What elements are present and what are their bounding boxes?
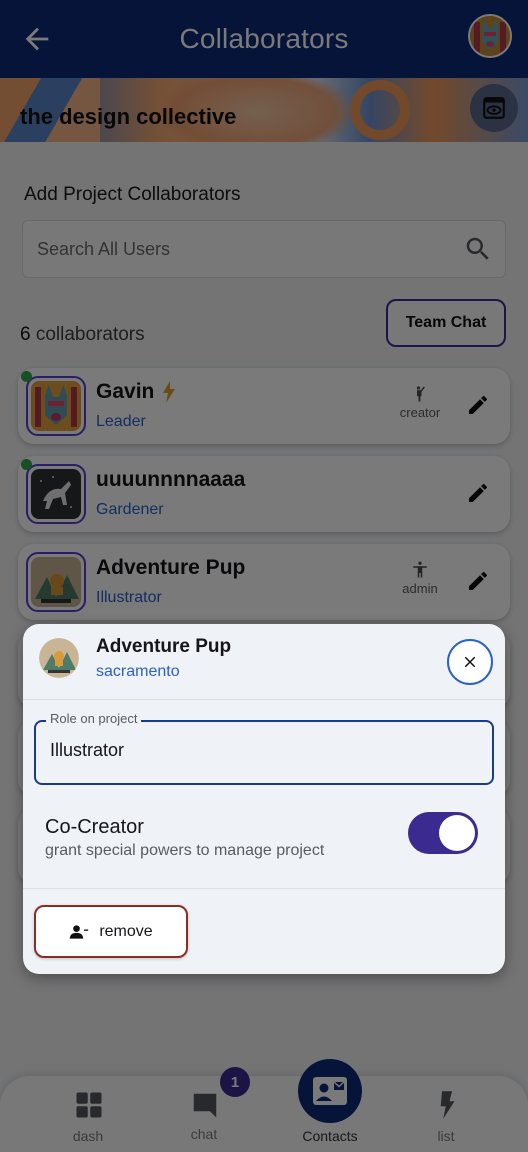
toggle-knob [439,815,475,851]
person-remove-icon [70,924,89,939]
role-field[interactable]: Role on project [34,711,494,785]
close-icon [464,656,476,668]
cocreator-title: Co-Creator [45,816,144,838]
remove-label: remove [99,922,153,940]
dialog-user-name: Adventure Pup [96,636,232,657]
divider [23,888,505,889]
close-button[interactable] [447,639,493,685]
cocreator-description: grant special powers to manage project [45,842,325,859]
edit-collaborator-dialog: Adventure Pup sacramento Role on project… [23,624,505,974]
role-field-label: Role on project [46,711,142,726]
avatar [39,638,79,678]
dialog-header: Adventure Pup sacramento [23,624,505,700]
modal-backdrop[interactable] [0,0,528,1152]
cocreator-toggle[interactable] [408,812,478,854]
dialog-user-location: sacramento [96,663,180,680]
role-input[interactable] [50,740,470,761]
remove-collaborator-button[interactable]: remove [34,905,188,958]
